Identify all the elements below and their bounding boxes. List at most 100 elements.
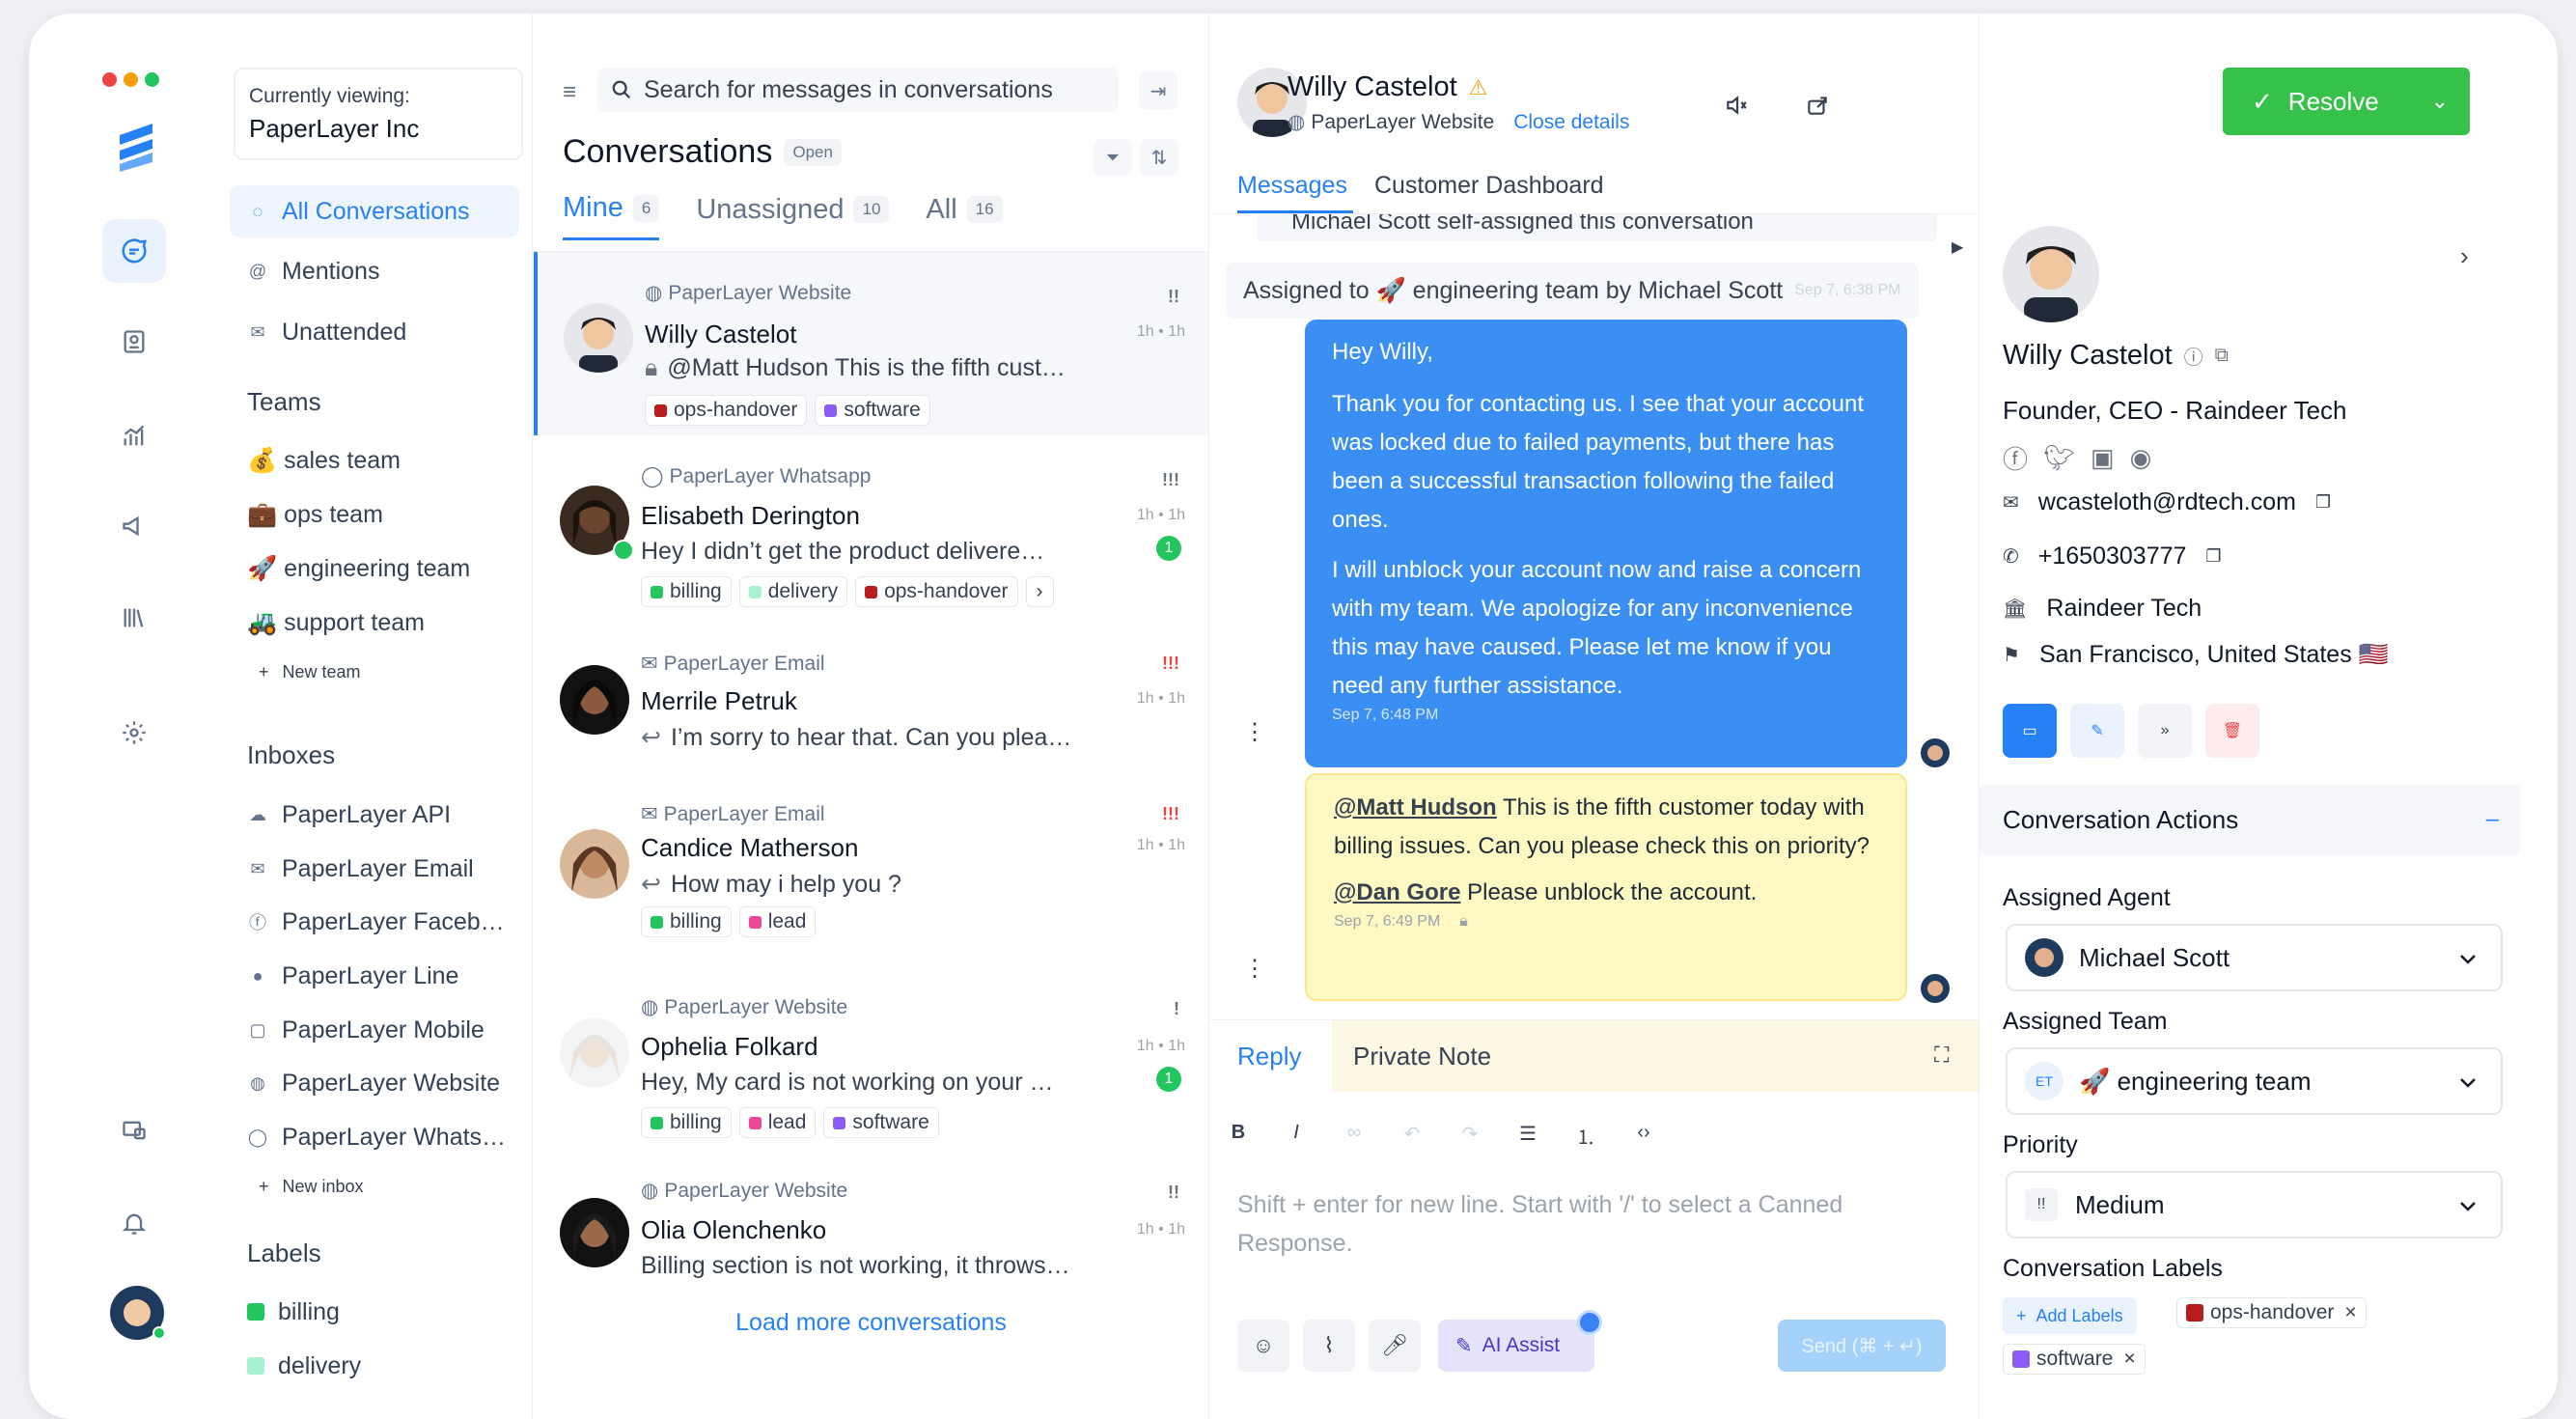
delete-contact-button[interactable]: 🗑︎ xyxy=(2205,704,2259,758)
code-icon[interactable]: ‹› xyxy=(1629,1122,1658,1144)
facebook-icon[interactable]: ⓕ xyxy=(2003,440,2028,476)
emoji-icon[interactable]: ☺ xyxy=(1237,1320,1289,1372)
sidebar-item-all-conversations[interactable]: ◌ All Conversations xyxy=(230,185,519,237)
sidebar-inbox-whatsapp[interactable]: ◯ PaperLayer Whats… xyxy=(230,1111,519,1163)
conversation-item[interactable]: ◍ PaperLayer Website Willy Castelot 🔒︎ @Ma… xyxy=(534,252,1208,435)
sidebar-label-delivery[interactable]: delivery xyxy=(230,1340,519,1392)
sidebar-inbox-facebook[interactable]: ⓕ PaperLayer Faceb… xyxy=(230,896,519,948)
tab-messages[interactable]: Messages xyxy=(1237,172,1347,200)
share-icon[interactable] xyxy=(1805,93,1830,118)
conversation-item[interactable]: ✉ PaperLayer Email Candice Matherson ↩ How… xyxy=(534,802,1208,966)
sidebar-inbox-mobile[interactable]: ▢ PaperLayer Mobile xyxy=(230,1004,519,1056)
github-icon[interactable]: ◉ xyxy=(2130,443,2152,473)
sidebar-item-ops-team[interactable]: 💼 ops team xyxy=(230,488,519,541)
conversation-item[interactable]: ◍ PaperLayer Website Olia Olenchenko Bill… xyxy=(534,1150,1208,1294)
hamburger-icon[interactable]: ≡ xyxy=(563,79,576,106)
window-maximize-dot[interactable] xyxy=(145,72,159,87)
library-nav-icon[interactable] xyxy=(102,586,166,650)
caret-right-icon[interactable]: ▶ xyxy=(1952,237,1963,257)
search-input[interactable]: Search for messages in conversations xyxy=(644,76,1053,104)
contact-email[interactable]: wcasteloth@rdtech.com xyxy=(2038,488,2296,516)
status-badge[interactable]: Open xyxy=(784,138,842,166)
sidebar-item-sales-team[interactable]: 💰 sales team xyxy=(230,434,519,487)
message-menu-icon[interactable]: ⋮ xyxy=(1243,955,1266,983)
info-icon[interactable]: ⓘ xyxy=(2184,342,2203,370)
mute-icon[interactable] xyxy=(1724,93,1749,118)
account-switcher[interactable]: Currently viewing: PaperLayer Inc xyxy=(234,68,523,160)
switch-account-nav-icon[interactable] xyxy=(102,1099,166,1162)
tab-all[interactable]: All 16 xyxy=(926,194,1003,239)
collapse-icon[interactable]: – xyxy=(2486,806,2499,833)
message-menu-icon[interactable]: ⋮ xyxy=(1243,718,1266,746)
window-minimize-dot[interactable] xyxy=(124,72,138,87)
sidebar-label-billing[interactable]: billing xyxy=(230,1286,519,1338)
linkedin-icon[interactable]: ▣ xyxy=(2091,443,2115,473)
copy-icon[interactable]: ❐ xyxy=(2315,492,2331,513)
merge-contact-button[interactable]: » xyxy=(2138,704,2192,758)
conversations-nav-icon[interactable] xyxy=(102,219,166,283)
sidebar-item-mentions[interactable]: @ Mentions xyxy=(230,245,519,297)
bullet-list-icon[interactable]: ☰ xyxy=(1513,1122,1542,1146)
window-close-dot[interactable] xyxy=(102,72,117,87)
sidebar-item-engineering-team[interactable]: 🚀 engineering team xyxy=(230,543,519,595)
numbered-list-icon[interactable]: ⒈ xyxy=(1571,1122,1600,1150)
conversation-item[interactable]: ◯ PaperLayer Whatsapp Elisabeth Derington… xyxy=(534,435,1208,619)
private-note-tab[interactable]: Private Note xyxy=(1332,1020,1979,1092)
new-inbox-button[interactable]: + New inbox xyxy=(259,1177,364,1197)
remove-label-icon[interactable]: × xyxy=(2123,1348,2135,1371)
tab-customer-dashboard[interactable]: Customer Dashboard xyxy=(1374,172,1604,200)
edit-contact-button[interactable]: ✎ xyxy=(2070,704,2124,758)
assigned-agent-select[interactable]: Michael Scott xyxy=(2006,924,2503,991)
search-box[interactable]: Search for messages in conversations xyxy=(597,68,1119,112)
ai-assist-button[interactable]: ✎ AI Assist xyxy=(1438,1320,1594,1372)
sidebar-inbox-email[interactable]: ✉ PaperLayer Email xyxy=(230,843,519,895)
conversation-item[interactable]: ◍ PaperLayer Website Ophelia Folkard Hey,… xyxy=(534,966,1208,1150)
link-icon[interactable]: ∞ xyxy=(1340,1122,1369,1144)
undo-icon[interactable]: ↶ xyxy=(1398,1122,1426,1146)
reply-editor[interactable]: Shift + enter for new line. Start with '… xyxy=(1237,1185,1913,1263)
load-more-link[interactable]: Load more conversations xyxy=(534,1309,1208,1337)
tab-unassigned[interactable]: Unassigned 10 xyxy=(696,194,890,239)
new-message-button[interactable]: ▭ xyxy=(2003,704,2057,758)
mention-link[interactable]: @Dan Gore xyxy=(1334,879,1460,905)
expand-editor-icon[interactable]: ⛶ xyxy=(1934,1043,1949,1068)
sidebar-inbox-api[interactable]: ☁ PaperLayer API xyxy=(230,789,519,841)
sidebar-item-support-team[interactable]: 🚜 support team xyxy=(230,597,519,649)
campaigns-nav-icon[interactable] xyxy=(102,494,166,558)
new-team-button[interactable]: + New team xyxy=(259,662,361,682)
close-details-link[interactable]: Close details xyxy=(1513,111,1629,134)
conversation-actions-header[interactable]: Conversation Actions – xyxy=(1980,785,2520,854)
send-button[interactable]: Send (⌘ + ↵) xyxy=(1778,1320,1946,1372)
contacts-nav-icon[interactable] xyxy=(102,310,166,374)
redo-icon[interactable]: ↷ xyxy=(1455,1122,1484,1146)
assigned-team-select[interactable]: ET 🚀 engineering team xyxy=(2006,1047,2503,1115)
tab-mine[interactable]: Mine 6 xyxy=(563,192,660,240)
copy-icon[interactable]: ❐ xyxy=(2205,546,2221,567)
filter-icon[interactable]: ⏷ xyxy=(1094,139,1132,176)
conversation-item[interactable]: ✉ PaperLayer Email Merrile Petruk ↩ I’m so… xyxy=(534,619,1208,802)
italic-icon[interactable]: I xyxy=(1282,1122,1311,1144)
chevron-right-icon[interactable]: › xyxy=(2460,241,2469,271)
sort-icon[interactable]: ⇅ xyxy=(1140,139,1178,176)
mention-link[interactable]: @Matt Hudson xyxy=(1334,794,1497,821)
sidebar-inbox-website[interactable]: ◍ PaperLayer Website xyxy=(230,1057,519,1109)
priority-select[interactable]: !! Medium xyxy=(2006,1171,2503,1238)
sidebar-item-unattended[interactable]: ✉ Unattended xyxy=(230,306,519,358)
add-labels-button[interactable]: + Add Labels xyxy=(2003,1297,2137,1334)
attachment-icon[interactable]: ⌇ xyxy=(1303,1320,1355,1372)
settings-nav-icon[interactable] xyxy=(102,701,166,765)
notifications-bell-icon[interactable] xyxy=(102,1191,166,1255)
more-labels-chevron-icon[interactable]: › xyxy=(1025,576,1054,607)
labels-heading: Labels xyxy=(247,1238,321,1267)
expand-panel-icon[interactable]: ⇥ xyxy=(1139,71,1177,110)
remove-label-icon[interactable]: × xyxy=(2344,1301,2356,1324)
reports-nav-icon[interactable] xyxy=(102,404,166,468)
contact-phone[interactable]: +1650303777 xyxy=(2038,543,2187,570)
microphone-icon[interactable]: 🎤︎ xyxy=(1369,1320,1421,1372)
sidebar-inbox-line[interactable]: ● PaperLayer Line xyxy=(230,950,519,1002)
external-link-icon[interactable]: ⧉ xyxy=(2215,345,2229,367)
contact-name: Willy Castelot xyxy=(645,320,797,348)
bold-icon[interactable]: B xyxy=(1224,1122,1253,1144)
twitter-icon[interactable]: 🐦︎ xyxy=(2043,443,2075,473)
reply-tab[interactable]: Reply xyxy=(1210,1020,1331,1092)
